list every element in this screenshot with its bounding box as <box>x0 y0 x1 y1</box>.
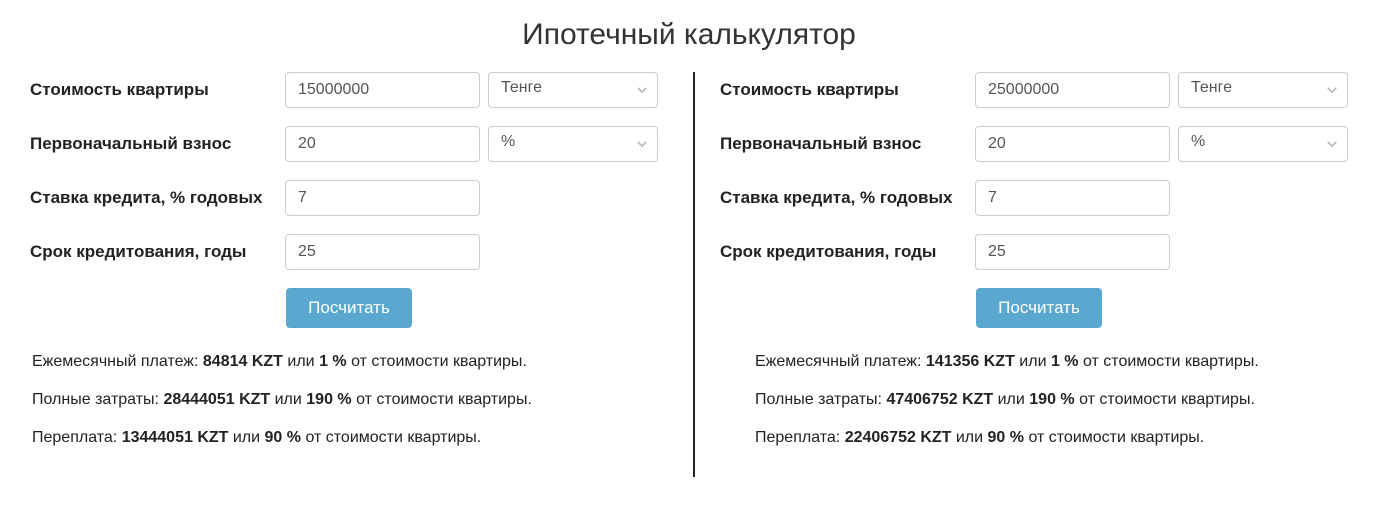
label-down: Первоначальный взнос <box>30 134 285 154</box>
chevron-down-icon <box>1325 83 1339 97</box>
currency-select[interactable]: Тенге <box>1178 72 1348 108</box>
price-input[interactable] <box>285 72 480 108</box>
page-title: Ипотечный калькулятор <box>0 10 1378 52</box>
term-input[interactable] <box>975 234 1170 270</box>
result-over: Переплата: 22406752 KZT или 90 % от стои… <box>755 429 1358 447</box>
down-unit-select[interactable]: % <box>488 126 658 162</box>
result-over: Переплата: 13444051 KZT или 90 % от стои… <box>32 429 668 447</box>
down-input[interactable] <box>285 126 480 162</box>
currency-select[interactable]: Тенге <box>488 72 658 108</box>
label-down: Первоначальный взнос <box>720 134 975 154</box>
label-price: Стоимость квартиры <box>720 80 975 100</box>
calculator-right: Стоимость квартиры Тенге Первоначальный … <box>695 72 1378 477</box>
calculator-left: Стоимость квартиры Тенге Первоначальный … <box>0 72 693 477</box>
down-unit-value: % <box>501 133 515 150</box>
chevron-down-icon <box>1325 137 1339 151</box>
down-unit-select[interactable]: % <box>1178 126 1348 162</box>
label-rate: Ставка кредита, % годовых <box>720 188 975 208</box>
result-full: Полные затраты: 28444051 KZT или 190 % о… <box>32 391 668 409</box>
calculate-button[interactable]: Посчитать <box>286 288 412 328</box>
label-term: Срок кредитования, годы <box>720 242 975 262</box>
term-input[interactable] <box>285 234 480 270</box>
result-monthly: Ежемесячный платеж: 141356 KZT или 1 % о… <box>755 353 1358 371</box>
price-input[interactable] <box>975 72 1170 108</box>
label-term: Срок кредитования, годы <box>30 242 285 262</box>
currency-select-value: Тенге <box>1191 79 1232 96</box>
label-price: Стоимость квартиры <box>30 80 285 100</box>
calculate-button[interactable]: Посчитать <box>976 288 1102 328</box>
label-rate: Ставка кредита, % годовых <box>30 188 285 208</box>
chevron-down-icon <box>635 83 649 97</box>
down-unit-value: % <box>1191 133 1205 150</box>
chevron-down-icon <box>635 137 649 151</box>
result-monthly: Ежемесячный платеж: 84814 KZT или 1 % от… <box>32 353 668 371</box>
currency-select-value: Тенге <box>501 79 542 96</box>
rate-input[interactable] <box>285 180 480 216</box>
result-full: Полные затраты: 47406752 KZT или 190 % о… <box>755 391 1358 409</box>
down-input[interactable] <box>975 126 1170 162</box>
rate-input[interactable] <box>975 180 1170 216</box>
